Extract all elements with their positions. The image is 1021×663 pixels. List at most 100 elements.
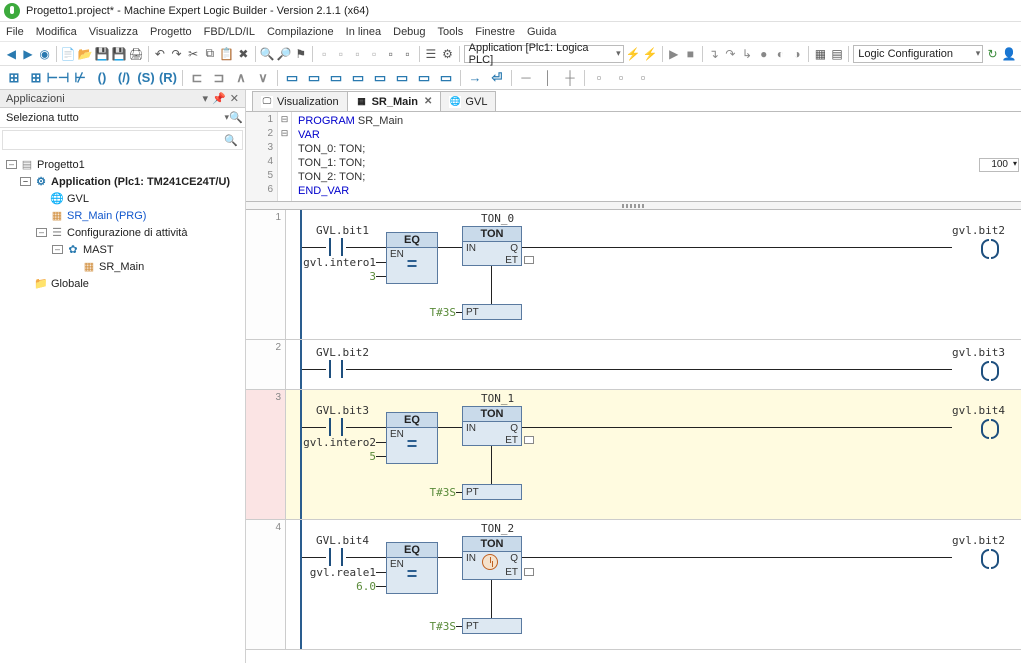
pin-et[interactable] (524, 568, 534, 576)
menu-inlinea[interactable]: In linea (346, 26, 381, 38)
cut-icon[interactable]: ✂ (186, 45, 201, 63)
pin-et[interactable] (524, 436, 534, 444)
sidebar-pin-icon[interactable]: ▾ (203, 92, 209, 105)
ld-net-icon[interactable]: ⊞ (4, 69, 24, 87)
step-into-icon[interactable]: ↴ (706, 45, 721, 63)
panel-icon[interactable]: ▤ (830, 45, 845, 63)
rung-1[interactable]: 1 GVL.bit1 gvl.intero1 3 EQ EN = (246, 210, 1021, 340)
nav-fwd-icon[interactable]: ▶ (21, 45, 36, 63)
ld-c2-icon[interactable]: ▫ (611, 69, 631, 87)
ld-fb3-icon[interactable]: ▭ (326, 69, 346, 87)
findnext-icon[interactable]: 🔎 (277, 45, 292, 63)
pin-et[interactable] (524, 256, 534, 264)
eq-block[interactable]: EQ EN = (386, 542, 438, 594)
zoom-combo[interactable]: 100 (979, 158, 1019, 172)
contact[interactable] (326, 418, 346, 436)
ld-fb4-icon[interactable]: ▭ (348, 69, 368, 87)
tree-item[interactable]: –✿MAST (2, 241, 243, 258)
rung-2[interactable]: 2 GVL.bit2 gvl.bit3 (246, 340, 1021, 390)
ld-reset-icon[interactable]: (R) (158, 69, 178, 87)
splitter[interactable] (246, 202, 1021, 210)
ton-pt-block[interactable]: PT (462, 618, 522, 634)
ld-ret-icon[interactable]: ⏎ (487, 69, 507, 87)
search-input[interactable] (7, 134, 224, 146)
menu-visualizza[interactable]: Visualizza (89, 26, 138, 38)
undo-icon[interactable]: ↶ (153, 45, 168, 63)
copy-icon[interactable]: ⧉ (203, 45, 218, 63)
ld-set-icon[interactable]: (S) (136, 69, 156, 87)
ld-g3-icon[interactable]: ∧ (231, 69, 251, 87)
menu-guida[interactable]: Guida (527, 26, 556, 38)
ton-block[interactable]: TON IN Q ET (462, 226, 522, 266)
ld-jmp-icon[interactable]: → (465, 69, 485, 87)
nav-drop-icon[interactable]: ◉ (37, 45, 52, 63)
refresh-icon[interactable]: ↻ (985, 45, 1000, 63)
bp2-icon[interactable]: ◐ (773, 45, 788, 63)
redo-icon[interactable]: ↷ (169, 45, 184, 63)
ld-ncont-icon[interactable]: ⊬ (70, 69, 90, 87)
contact[interactable] (326, 238, 346, 256)
sidebar-close-icon[interactable]: ✕ (230, 92, 239, 105)
ld-fb2-icon[interactable]: ▭ (304, 69, 324, 87)
ld-h3-icon[interactable]: ┼ (560, 69, 580, 87)
a5-icon[interactable]: ▫ (383, 45, 398, 63)
ld-contact-icon[interactable]: ⊢⊣ (48, 69, 68, 87)
ld-ncoil-icon[interactable]: (/) (114, 69, 134, 87)
step-out-icon[interactable]: ↳ (740, 45, 755, 63)
eq-block[interactable]: EQ EN = (386, 232, 438, 284)
disconnect-icon[interactable]: ⚡ (643, 45, 658, 63)
cfg-icon[interactable]: ⚙ (440, 45, 455, 63)
rung-3[interactable]: 3 GVL.bit3 gvl.intero2 5 EQ EN = (246, 390, 1021, 520)
coil[interactable] (979, 419, 1001, 435)
search-icon[interactable]: 🔍 (224, 134, 238, 147)
tree-item[interactable]: ▦SR_Main (2, 258, 243, 275)
stop-icon[interactable]: ■ (683, 45, 698, 63)
eq-block[interactable]: EQ EN = (386, 412, 438, 464)
user-icon[interactable]: 👤 (1002, 45, 1017, 63)
coil[interactable] (979, 361, 1001, 377)
coil[interactable] (979, 239, 1001, 255)
a2-icon[interactable]: ▫ (334, 45, 349, 63)
tree-item[interactable]: 🌐GVL (2, 190, 243, 207)
ld-fb6-icon[interactable]: ▭ (392, 69, 412, 87)
ld-g2-icon[interactable]: ⊐ (209, 69, 229, 87)
application-combo[interactable]: Application [Plc1: Logica PLC] (464, 45, 624, 63)
find-icon[interactable]: 🔍 (260, 45, 275, 63)
tree-icon[interactable]: ☰ (424, 45, 439, 63)
logic-config-combo[interactable]: Logic Configuration (853, 45, 983, 63)
ld-fb1-icon[interactable]: ▭ (282, 69, 302, 87)
saveall-icon[interactable]: 💾 (112, 45, 127, 63)
ld-coil-icon[interactable]: () (92, 69, 112, 87)
a3-icon[interactable]: ▫ (350, 45, 365, 63)
ton-block[interactable]: TON IN Q ET (462, 406, 522, 446)
a6-icon[interactable]: ▫ (400, 45, 415, 63)
ladder-area[interactable]: 1 GVL.bit1 gvl.intero1 3 EQ EN = (246, 210, 1021, 663)
ld-g1-icon[interactable]: ⊏ (187, 69, 207, 87)
menu-debug[interactable]: Debug (393, 26, 425, 38)
step-over-icon[interactable]: ↷ (723, 45, 738, 63)
new-icon[interactable]: 📄 (61, 45, 76, 63)
tree-item[interactable]: ▦SR_Main (PRG) (2, 207, 243, 224)
sidebar-selector[interactable]: Seleziona tutto🔍 (0, 108, 245, 128)
save-icon[interactable]: 💾 (95, 45, 110, 63)
ld-h1-icon[interactable]: ─ (516, 69, 536, 87)
ld-fb5-icon[interactable]: ▭ (370, 69, 390, 87)
a4-icon[interactable]: ▫ (367, 45, 382, 63)
a1-icon[interactable]: ▫ (317, 45, 332, 63)
tree-item[interactable]: –▤Progetto1 (2, 156, 243, 173)
contact[interactable] (326, 360, 346, 378)
menu-progetto[interactable]: Progetto (150, 26, 192, 38)
menu-finestre[interactable]: Finestre (475, 26, 515, 38)
bookmark-icon[interactable]: ⚑ (293, 45, 308, 63)
tree-item[interactable]: –⚙Application (Plc1: TM241CE24T/U) (2, 173, 243, 190)
menu-file[interactable]: File (6, 26, 24, 38)
ton-pt-block[interactable]: PT (462, 484, 522, 500)
tree-item[interactable]: 📁Globale (2, 275, 243, 292)
run-icon[interactable]: ▶ (666, 45, 681, 63)
menu-modifica[interactable]: Modifica (36, 26, 77, 38)
rung-4[interactable]: 4 GVL.bit4 gvl.reale1 6.0 EQ EN = (246, 520, 1021, 650)
paste-icon[interactable]: 📋 (219, 45, 234, 63)
menu-compilazione[interactable]: Compilazione (267, 26, 334, 38)
tab-visualization[interactable]: 🖵Visualization (252, 91, 348, 111)
contact[interactable] (326, 548, 346, 566)
